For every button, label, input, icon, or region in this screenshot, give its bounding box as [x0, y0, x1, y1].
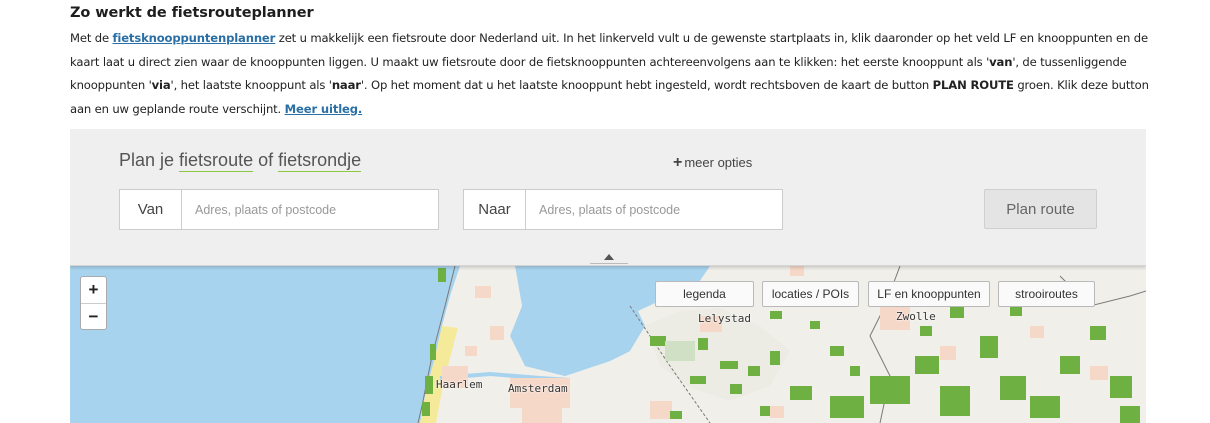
intro-section: Zo werkt de fietsrouteplanner Met de fie…	[70, 5, 1150, 121]
zoom-in-button[interactable]: +	[81, 277, 106, 303]
bold-naar: naar	[331, 78, 361, 92]
van-input[interactable]	[182, 190, 438, 229]
planner-panel: Plan je fietsroute of fietsrondje + meer …	[70, 129, 1146, 266]
nature-area	[665, 341, 695, 361]
plan-route-button[interactable]: Plan route	[984, 189, 1097, 229]
naar-input[interactable]	[526, 190, 782, 229]
intro-text-part: Met de	[70, 31, 113, 45]
planner-title-text: Plan je	[119, 150, 180, 170]
planner-link[interactable]: fietsknooppuntenplanner	[113, 31, 276, 45]
plus-icon: +	[673, 154, 683, 171]
meer-uitleg-link[interactable]: Meer uitleg.	[285, 102, 363, 116]
strooiroutes-button[interactable]: strooiroutes	[998, 281, 1095, 307]
legenda-button[interactable]: legenda	[655, 281, 754, 307]
city-label-lelystad: Lelystad	[698, 312, 751, 325]
bold-van: van	[989, 54, 1013, 69]
intro-heading: Zo werkt de fietsrouteplanner	[70, 5, 314, 21]
naar-field: Naar	[463, 189, 783, 230]
chevron-up-icon	[604, 254, 614, 260]
intro-text-part: '. Op het moment dat u het laatste knoop…	[360, 78, 933, 92]
bold-plan-route: PLAN ROUTE	[932, 78, 1014, 92]
intro-text: Met de fietsknooppuntenplanner zet u mak…	[70, 27, 1150, 121]
meer-opties-toggle[interactable]: + meer opties	[673, 154, 752, 172]
van-field: Van	[119, 189, 439, 230]
route-planner: Plan je fietsroute of fietsrondje + meer …	[70, 129, 1146, 423]
planner-title: Plan je fietsroute of fietsrondje	[119, 150, 362, 172]
planner-title-fietsroute: fietsroute	[179, 150, 254, 172]
city-label-amsterdam: Amsterdam	[508, 382, 568, 395]
van-label: Van	[120, 190, 182, 229]
intro-text-part: ', het laatste knooppunt als '	[170, 78, 332, 92]
collapse-panel-handle[interactable]	[590, 250, 628, 264]
naar-label: Naar	[464, 190, 526, 229]
zoom-control: + −	[80, 276, 107, 330]
meer-opties-label: meer opties	[684, 155, 753, 170]
city-label-zwolle: Zwolle	[896, 310, 936, 323]
zoom-out-button[interactable]: −	[81, 303, 106, 329]
locaties-pois-button[interactable]: locaties / POIs	[762, 281, 859, 307]
planner-title-fietsrondje: fietsrondje	[278, 150, 362, 172]
lf-knooppunten-button[interactable]: LF en knooppunten	[868, 281, 990, 307]
city-label-haarlem: Haarlem	[436, 378, 483, 391]
planner-title-text: of	[253, 150, 279, 170]
bold-via: via	[151, 78, 171, 92]
